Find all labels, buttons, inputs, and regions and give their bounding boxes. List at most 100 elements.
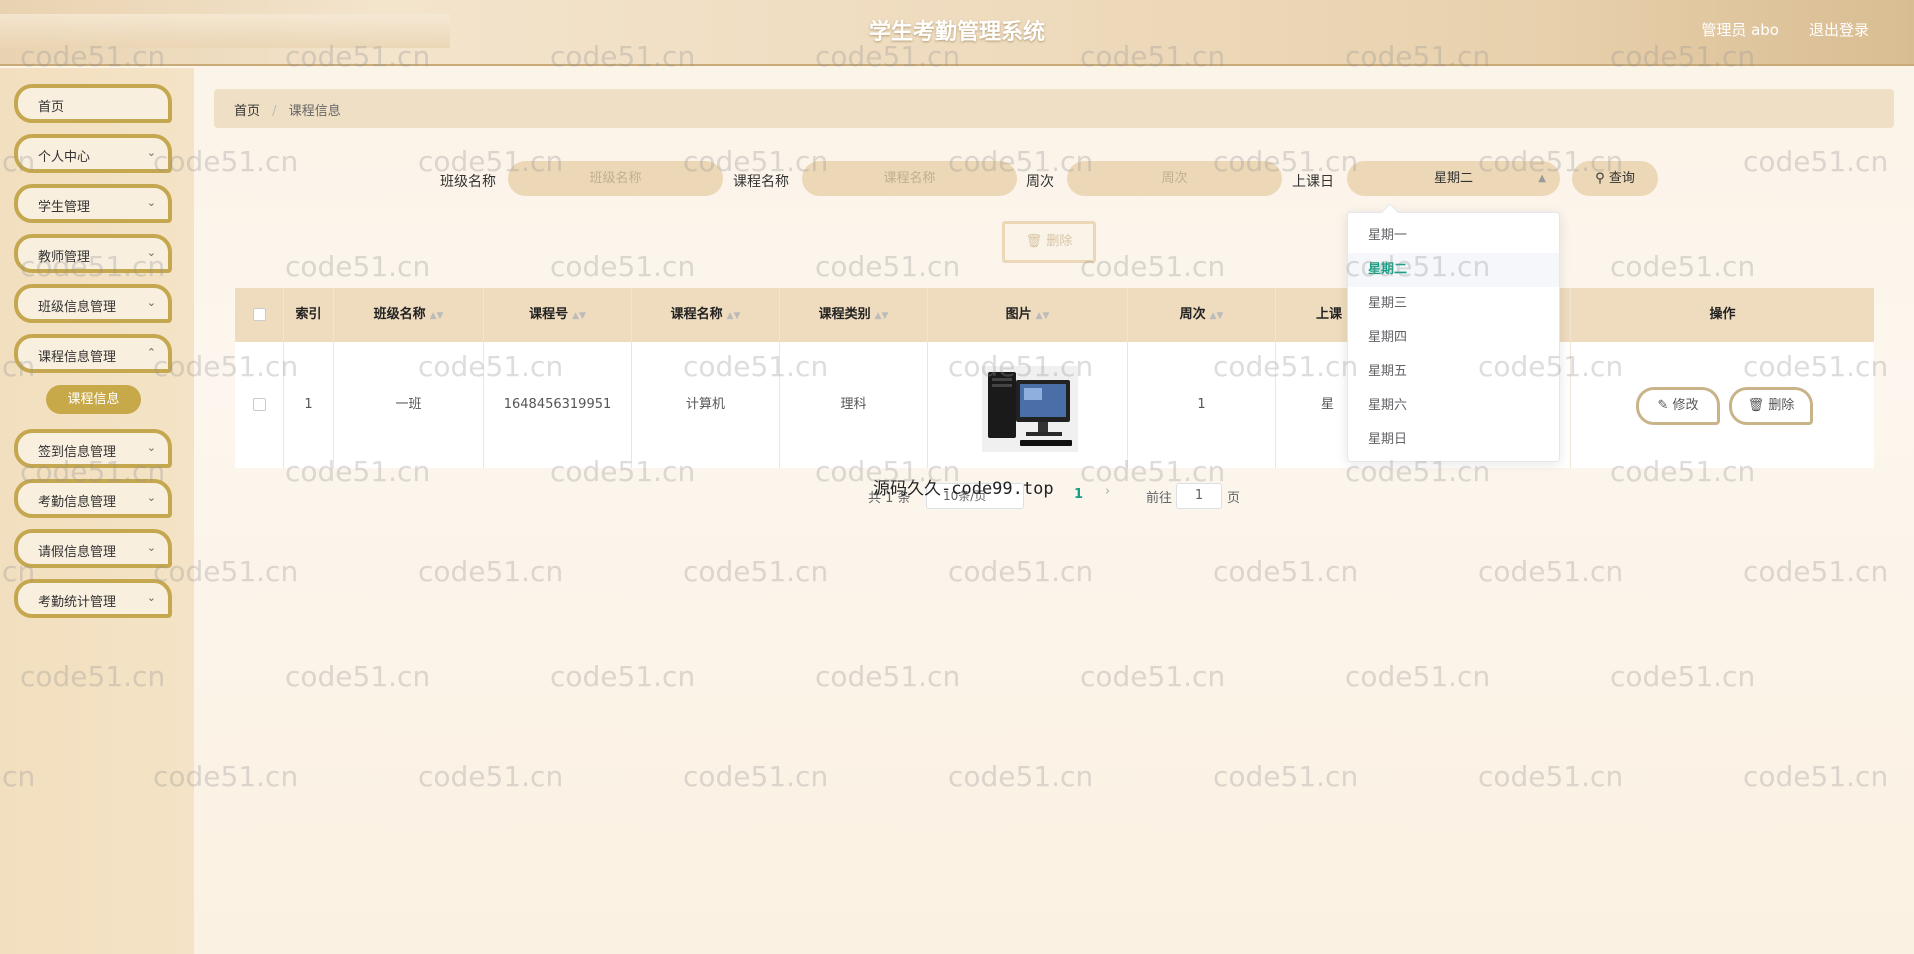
sidebar-item-label: 个人中心 (38, 150, 91, 165)
week-label: 周次 (1026, 174, 1054, 190)
column-header-label: 课程号 (529, 307, 569, 322)
row-checkbox[interactable] (252, 398, 266, 411)
app-title: 学生考勤管理系统 (868, 20, 1045, 45)
column-header-label: 课程名称 (670, 307, 723, 322)
edit-button[interactable]: ✎ 修改 (1636, 387, 1720, 425)
column-header[interactable]: 课程号 ▲▼ (484, 288, 632, 342)
column-header-label: 图片 (1005, 307, 1032, 322)
breadcrumb: 首页 / 课程信息 (214, 89, 1894, 128)
sidebar-item-label: 教师管理 (38, 250, 91, 265)
sidebar-item-courses[interactable]: 课程信息管理 ⌃ (14, 334, 172, 373)
select-all-cell (235, 288, 284, 342)
delete-button[interactable]: 🗑 删除 (1729, 387, 1813, 425)
top-header: 学生考勤管理系统 管理员 abo 退出登录 (0, 0, 1914, 66)
chevron-down-icon: ⌄ (146, 196, 156, 209)
course-name-label: 课程名称 (733, 174, 789, 190)
dropdown-option[interactable]: 星期一 (1348, 219, 1559, 253)
sort-icon[interactable]: ▲▼ (572, 311, 586, 321)
batch-delete-button[interactable]: 🗑 删除 (1002, 221, 1096, 263)
watermark-text: code51.cn (1743, 555, 1889, 588)
dropdown-option-selected[interactable]: 星期二 (1348, 253, 1559, 287)
chevron-up-icon: ▲ (1538, 173, 1546, 184)
page-number-current[interactable]: 1 (1074, 487, 1083, 502)
cell-course-name: 计算机 (632, 342, 780, 468)
dropdown-option[interactable]: 星期四 (1348, 321, 1559, 355)
sidebar-item-classes[interactable]: 班级信息管理 ⌄ (14, 284, 172, 323)
day-select[interactable]: 星期二 ▲ (1347, 161, 1560, 196)
page-unit-label: 页 (1227, 491, 1241, 506)
sort-icon[interactable]: ▲▼ (727, 311, 741, 321)
watermark-text: code51.cn (418, 760, 564, 793)
edit-label: 修改 (1672, 398, 1699, 413)
sidebar-item-label: 首页 (38, 100, 65, 115)
watermark-text: code51.cn (815, 250, 961, 283)
sort-icon[interactable]: ▲▼ (1036, 311, 1050, 321)
class-name-input[interactable]: 班级名称 (508, 161, 723, 196)
dropdown-option[interactable]: 星期三 (1348, 287, 1559, 321)
watermark-text: code51.cn (550, 660, 696, 693)
goto-page-input[interactable]: 1 (1176, 483, 1222, 509)
column-header-label: 课程类别 (818, 307, 871, 322)
column-header[interactable]: 课程类别 ▲▼ (780, 288, 928, 342)
column-header[interactable]: 班级名称 ▲▼ (334, 288, 484, 342)
column-header[interactable]: 课程名称 ▲▼ (632, 288, 780, 342)
sidebar-item-teachers[interactable]: 教师管理 ⌄ (14, 234, 172, 273)
chevron-down-icon: ⌄ (146, 541, 156, 554)
sidebar-item-attendance[interactable]: 考勤信息管理 ⌄ (14, 479, 172, 518)
admin-label: 管理员 abo (1701, 21, 1779, 39)
chevron-down-icon: ⌄ (146, 591, 156, 604)
sidebar-item-profile[interactable]: 个人中心 ⌄ (14, 134, 172, 173)
watermark-text: code51.cn (1610, 660, 1756, 693)
sidebar-item-statistics[interactable]: 考勤统计管理 ⌄ (14, 579, 172, 618)
watermark-text: code51.cn (1213, 760, 1359, 793)
dropdown-option[interactable]: 星期日 (1348, 423, 1559, 457)
breadcrumb-separator: / (272, 104, 277, 119)
watermark-text: code51.cn (1743, 760, 1889, 793)
watermark-text: code51.cn (1610, 250, 1756, 283)
course-name-input[interactable]: 课程名称 (802, 161, 1017, 196)
sidebar-item-leave[interactable]: 请假信息管理 ⌄ (14, 529, 172, 568)
watermark-text: code51.cn (683, 555, 829, 588)
sort-icon[interactable]: ▲▼ (1210, 311, 1224, 321)
watermark-text: code51.cn (683, 760, 829, 793)
select-all-checkbox[interactable] (252, 308, 266, 321)
query-label: 查询 (1608, 171, 1635, 186)
column-header[interactable]: 图片 ▲▼ (928, 288, 1128, 342)
watermark-text: code51.cn (285, 250, 431, 283)
computer-image (982, 366, 1078, 452)
trash-icon: 🗑 (1747, 398, 1765, 413)
sidebar-item-checkin[interactable]: 签到信息管理 ⌄ (14, 429, 172, 468)
day-dropdown: 星期一 星期二 星期三 星期四 星期五 星期六 星期日 (1347, 203, 1560, 462)
sidebar-item-home[interactable]: 首页 (14, 84, 172, 123)
cell-course-no: 1648456319951 (484, 342, 632, 468)
sidebar-item-label: 签到信息管理 (38, 445, 117, 460)
dropdown-caret (1381, 203, 1399, 221)
sidebar-subitem-course-info[interactable]: 课程信息 (46, 385, 141, 414)
week-input[interactable]: 周次 (1067, 161, 1282, 196)
watermark-text: code51.cn (1213, 555, 1359, 588)
sort-icon[interactable]: ▲▼ (875, 311, 889, 321)
watermark-text: code51.cn (550, 250, 696, 283)
breadcrumb-home[interactable]: 首页 (234, 104, 260, 119)
day-select-value: 星期二 (1433, 171, 1473, 186)
dropdown-option[interactable]: 星期六 (1348, 389, 1559, 423)
cell-index: 1 (284, 342, 334, 468)
watermark-text: code51.cn (815, 660, 961, 693)
table-header: 索引 班级名称 ▲▼ 课程号 ▲▼ 课程名称 ▲▼ 课程类别 ▲▼ 图片 ▲▼ 周次 ▲▼ … (235, 288, 1874, 342)
sidebar-item-label: 课程信息管理 (38, 350, 117, 365)
sidebar-item-label: 考勤信息管理 (38, 495, 117, 510)
sidebar-item-label: 班级信息管理 (38, 300, 117, 315)
column-header[interactable]: 周次 ▲▼ (1128, 288, 1276, 342)
dropdown-option[interactable]: 星期五 (1348, 355, 1559, 389)
cell-class-name: 一班 (334, 342, 484, 468)
logout-link[interactable]: 退出登录 (1809, 19, 1869, 40)
sort-icon[interactable]: ▲▼ (430, 311, 444, 321)
next-page-icon[interactable]: › (1105, 484, 1110, 499)
query-button[interactable]: ⚲ 查询 (1572, 161, 1658, 196)
day-label: 上课日 (1292, 174, 1334, 190)
batch-delete-label: 删除 (1046, 234, 1073, 249)
sidebar-item-students[interactable]: 学生管理 ⌄ (14, 184, 172, 223)
cell-course-type: 理科 (780, 342, 928, 468)
cell-week: 1 (1128, 342, 1276, 468)
sidebar-item-label: 请假信息管理 (38, 545, 117, 560)
